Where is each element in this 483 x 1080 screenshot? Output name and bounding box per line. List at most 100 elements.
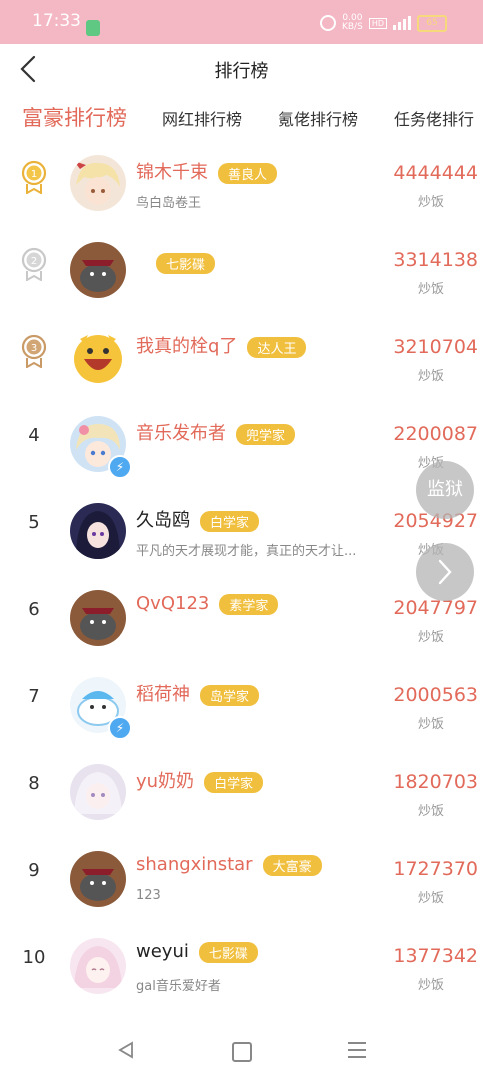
score-value: 1377342 (393, 945, 478, 967)
user-name-row: yu奶奶 白学家 (136, 767, 264, 793)
avatar[interactable] (70, 329, 126, 385)
rank-number: 8 (28, 773, 40, 794)
tab-task-ranking[interactable]: 任务佬排行 (394, 106, 474, 130)
user-name-row: QvQ123 素学家 (136, 593, 279, 615)
rank-number: 4 (28, 425, 40, 446)
user-signature: 鸟白岛卷王 (136, 196, 202, 211)
title-badge: 善良人 (218, 162, 278, 184)
svg-text:2: 2 (31, 256, 37, 267)
notification-app-icon (86, 20, 100, 36)
rank-number: 9 (28, 860, 40, 881)
user-name-row: 音乐发布者 兜学家 (136, 419, 296, 445)
list-item[interactable]: 2 七影碟 3314138 炒饭 (0, 227, 483, 314)
score-unit: 炒饭 (417, 891, 444, 906)
svg-text:1: 1 (31, 169, 37, 180)
user-name: 稻荷神 (136, 684, 190, 705)
user-name: 久岛鸥 (136, 510, 190, 531)
network-speed: 0.00 KB/S (342, 14, 363, 32)
title-badge: 兜学家 (236, 423, 296, 445)
avatar[interactable] (70, 590, 126, 646)
bronze-medal-icon: 3 (21, 334, 47, 368)
list-item[interactable]: 3 我真的栓q了 达人王 3210704 炒饭 (0, 314, 483, 401)
signal-icon (393, 16, 411, 30)
score-value: 3314138 (393, 249, 478, 271)
page-title: 排行榜 (214, 61, 269, 82)
avatar[interactable] (70, 851, 126, 907)
avatar[interactable] (70, 155, 126, 211)
prison-float-button[interactable]: 监狱 (416, 461, 474, 519)
avatar[interactable] (70, 938, 126, 994)
list-item[interactable]: 7 ⚡ 稻荷神 岛学家 2000563 炒饭 (0, 662, 483, 749)
chevron-right-icon (438, 559, 452, 585)
speed-unit: KB/S (341, 22, 363, 32)
user-name: shangxinstar (136, 854, 253, 875)
avatar[interactable] (70, 242, 126, 298)
user-signature: 123 (136, 888, 161, 903)
tab-influencer-ranking[interactable]: 网红排行榜 (162, 106, 242, 130)
system-nav-bar (0, 1020, 483, 1080)
rank-number: 6 (28, 599, 40, 620)
nav-back-icon[interactable] (116, 1040, 136, 1060)
score-value: 1820703 (393, 771, 478, 793)
tab-spender-ranking[interactable]: 氪佬排行榜 (278, 106, 358, 130)
user-name-row: 久岛鸥 白学家 (136, 506, 260, 532)
score-value: 1727370 (393, 858, 478, 880)
title-badge: 达人王 (247, 336, 307, 358)
score-unit: 炒饭 (417, 978, 444, 993)
score-value: 4444444 (393, 162, 478, 184)
status-bar: 17:33 0.00 KB/S HD 65 (0, 0, 483, 44)
user-name-row: shangxinstar 大富豪 (136, 854, 322, 876)
list-item[interactable]: 5 久岛鸥白学家 平凡的天才展现才能，真正的天才让... 2054927 炒饭 (0, 488, 483, 575)
user-name-row: 锦木千束 善良人 (136, 158, 278, 184)
score-unit: 炒饭 (417, 369, 444, 384)
user-name-row: 稻荷神 岛学家 (136, 680, 260, 706)
score-value: 3210704 (393, 336, 478, 358)
rank-number: 5 (28, 512, 40, 533)
score-unit: 炒饭 (417, 717, 444, 732)
tab-rich-ranking[interactable]: 富豪排行榜 (22, 102, 127, 132)
score-unit: 炒饭 (417, 195, 444, 210)
rank-number: 10 (22, 947, 46, 968)
score-value: 2200087 (393, 423, 478, 445)
user-name: yu奶奶 (136, 771, 195, 792)
nav-menu-icon[interactable] (348, 1042, 366, 1058)
list-item[interactable]: 1 锦木千束 善良人 鸟白岛卷王 4444444 炒饭 (0, 140, 483, 227)
status-time: 17:33 (32, 11, 81, 31)
user-signature: 平凡的天才展现才能，真正的天才让... (136, 544, 357, 559)
status-icons: 0.00 KB/S HD 65 (319, 14, 447, 32)
title-badge: 白学家 (200, 510, 260, 532)
user-name-row: weyui 七影碟 (136, 941, 258, 963)
hd-icon: HD (368, 17, 387, 29)
score-unit: 炒饭 (417, 282, 444, 297)
list-item[interactable]: 10 weyui 七影碟 gal音乐爱好者 1377342 炒饭 (0, 923, 483, 1010)
gold-medal-icon: 1 (21, 160, 47, 194)
alarm-icon (319, 15, 336, 31)
list-item[interactable]: 6 QvQ123 素学家 2047797 炒饭 (0, 575, 483, 662)
next-float-button[interactable] (416, 543, 474, 601)
verified-lightning-icon: ⚡ (108, 716, 132, 740)
user-name: 锦木千束 (136, 162, 208, 183)
rank-number: 7 (28, 686, 40, 707)
title-badge: 七影碟 (198, 941, 258, 963)
title-badge: 白学家 (204, 771, 264, 793)
avatar[interactable] (70, 503, 126, 559)
list-item[interactable]: 9 shangxinstar 大富豪 123 1727370 炒饭 (0, 836, 483, 923)
user-name: 音乐发布者 (136, 423, 226, 444)
score-unit: 炒饭 (417, 630, 444, 645)
user-signature: gal音乐爱好者 (136, 979, 221, 994)
nav-home-icon[interactable] (232, 1042, 252, 1062)
silver-medal-icon: 2 (21, 247, 47, 281)
ranking-tabs: 富豪排行榜 网红排行榜 氪佬排行榜 任务佬排行 (0, 94, 483, 140)
title-badge: 大富豪 (262, 854, 322, 876)
verified-lightning-icon: ⚡ (108, 455, 132, 479)
user-name: weyui (136, 941, 189, 962)
title-badge: 七影碟 (156, 253, 216, 274)
title-badge: 素学家 (219, 593, 279, 615)
score-value: 2000563 (393, 684, 478, 706)
avatar[interactable] (70, 764, 126, 820)
list-item[interactable]: 8 yu奶奶 白学家 1820703 炒饭 (0, 749, 483, 836)
svg-text:3: 3 (31, 343, 37, 354)
list-item[interactable]: 4 ⚡ 音乐发布者兜学家 2200087 炒饭 (0, 401, 483, 488)
user-name: QvQ123 (136, 593, 210, 614)
score-unit: 炒饭 (417, 804, 444, 819)
